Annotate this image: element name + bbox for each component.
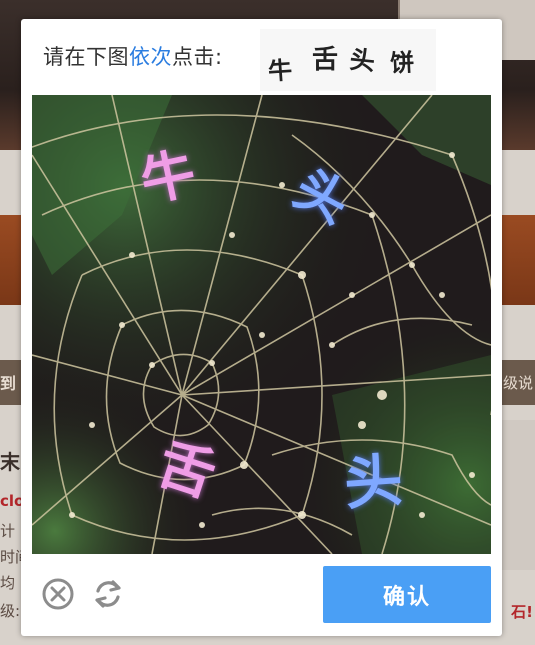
captcha-prompt: 请在下图依次点击: — [43, 41, 223, 71]
target-characters: 牛 舌 头 饼 — [260, 29, 436, 91]
target-char: 牛 — [267, 55, 294, 86]
target-char: 舌 — [312, 45, 339, 75]
background-text: 计 — [0, 522, 16, 540]
prompt-highlight: 依次 — [129, 45, 172, 69]
target-char: 饼 — [389, 47, 415, 78]
background-text-red: 石! — [511, 603, 533, 621]
background-strip-label-left: 到 — [0, 374, 17, 393]
captcha-dialog: 请在下图依次点击: 牛 舌 头 饼 牛 头 舌 头 确认 — [21, 19, 502, 636]
target-char: 头 — [348, 44, 377, 77]
background-strip-label-right: 级说 — [502, 374, 533, 392]
prompt-text: 点击: — [172, 45, 223, 69]
spider-web-image — [32, 95, 491, 554]
refresh-icon[interactable] — [91, 577, 125, 611]
prompt-text: 请在下图 — [43, 45, 129, 69]
puzzle-char[interactable]: 头 — [341, 433, 405, 521]
captcha-image[interactable]: 牛 头 舌 头 — [32, 95, 491, 554]
close-circle-icon[interactable] — [41, 577, 75, 611]
confirm-button[interactable]: 确认 — [323, 566, 491, 623]
background-text: 均 — [0, 574, 16, 592]
background-text: 级: — [0, 602, 21, 620]
background-text: 末 — [0, 450, 20, 474]
